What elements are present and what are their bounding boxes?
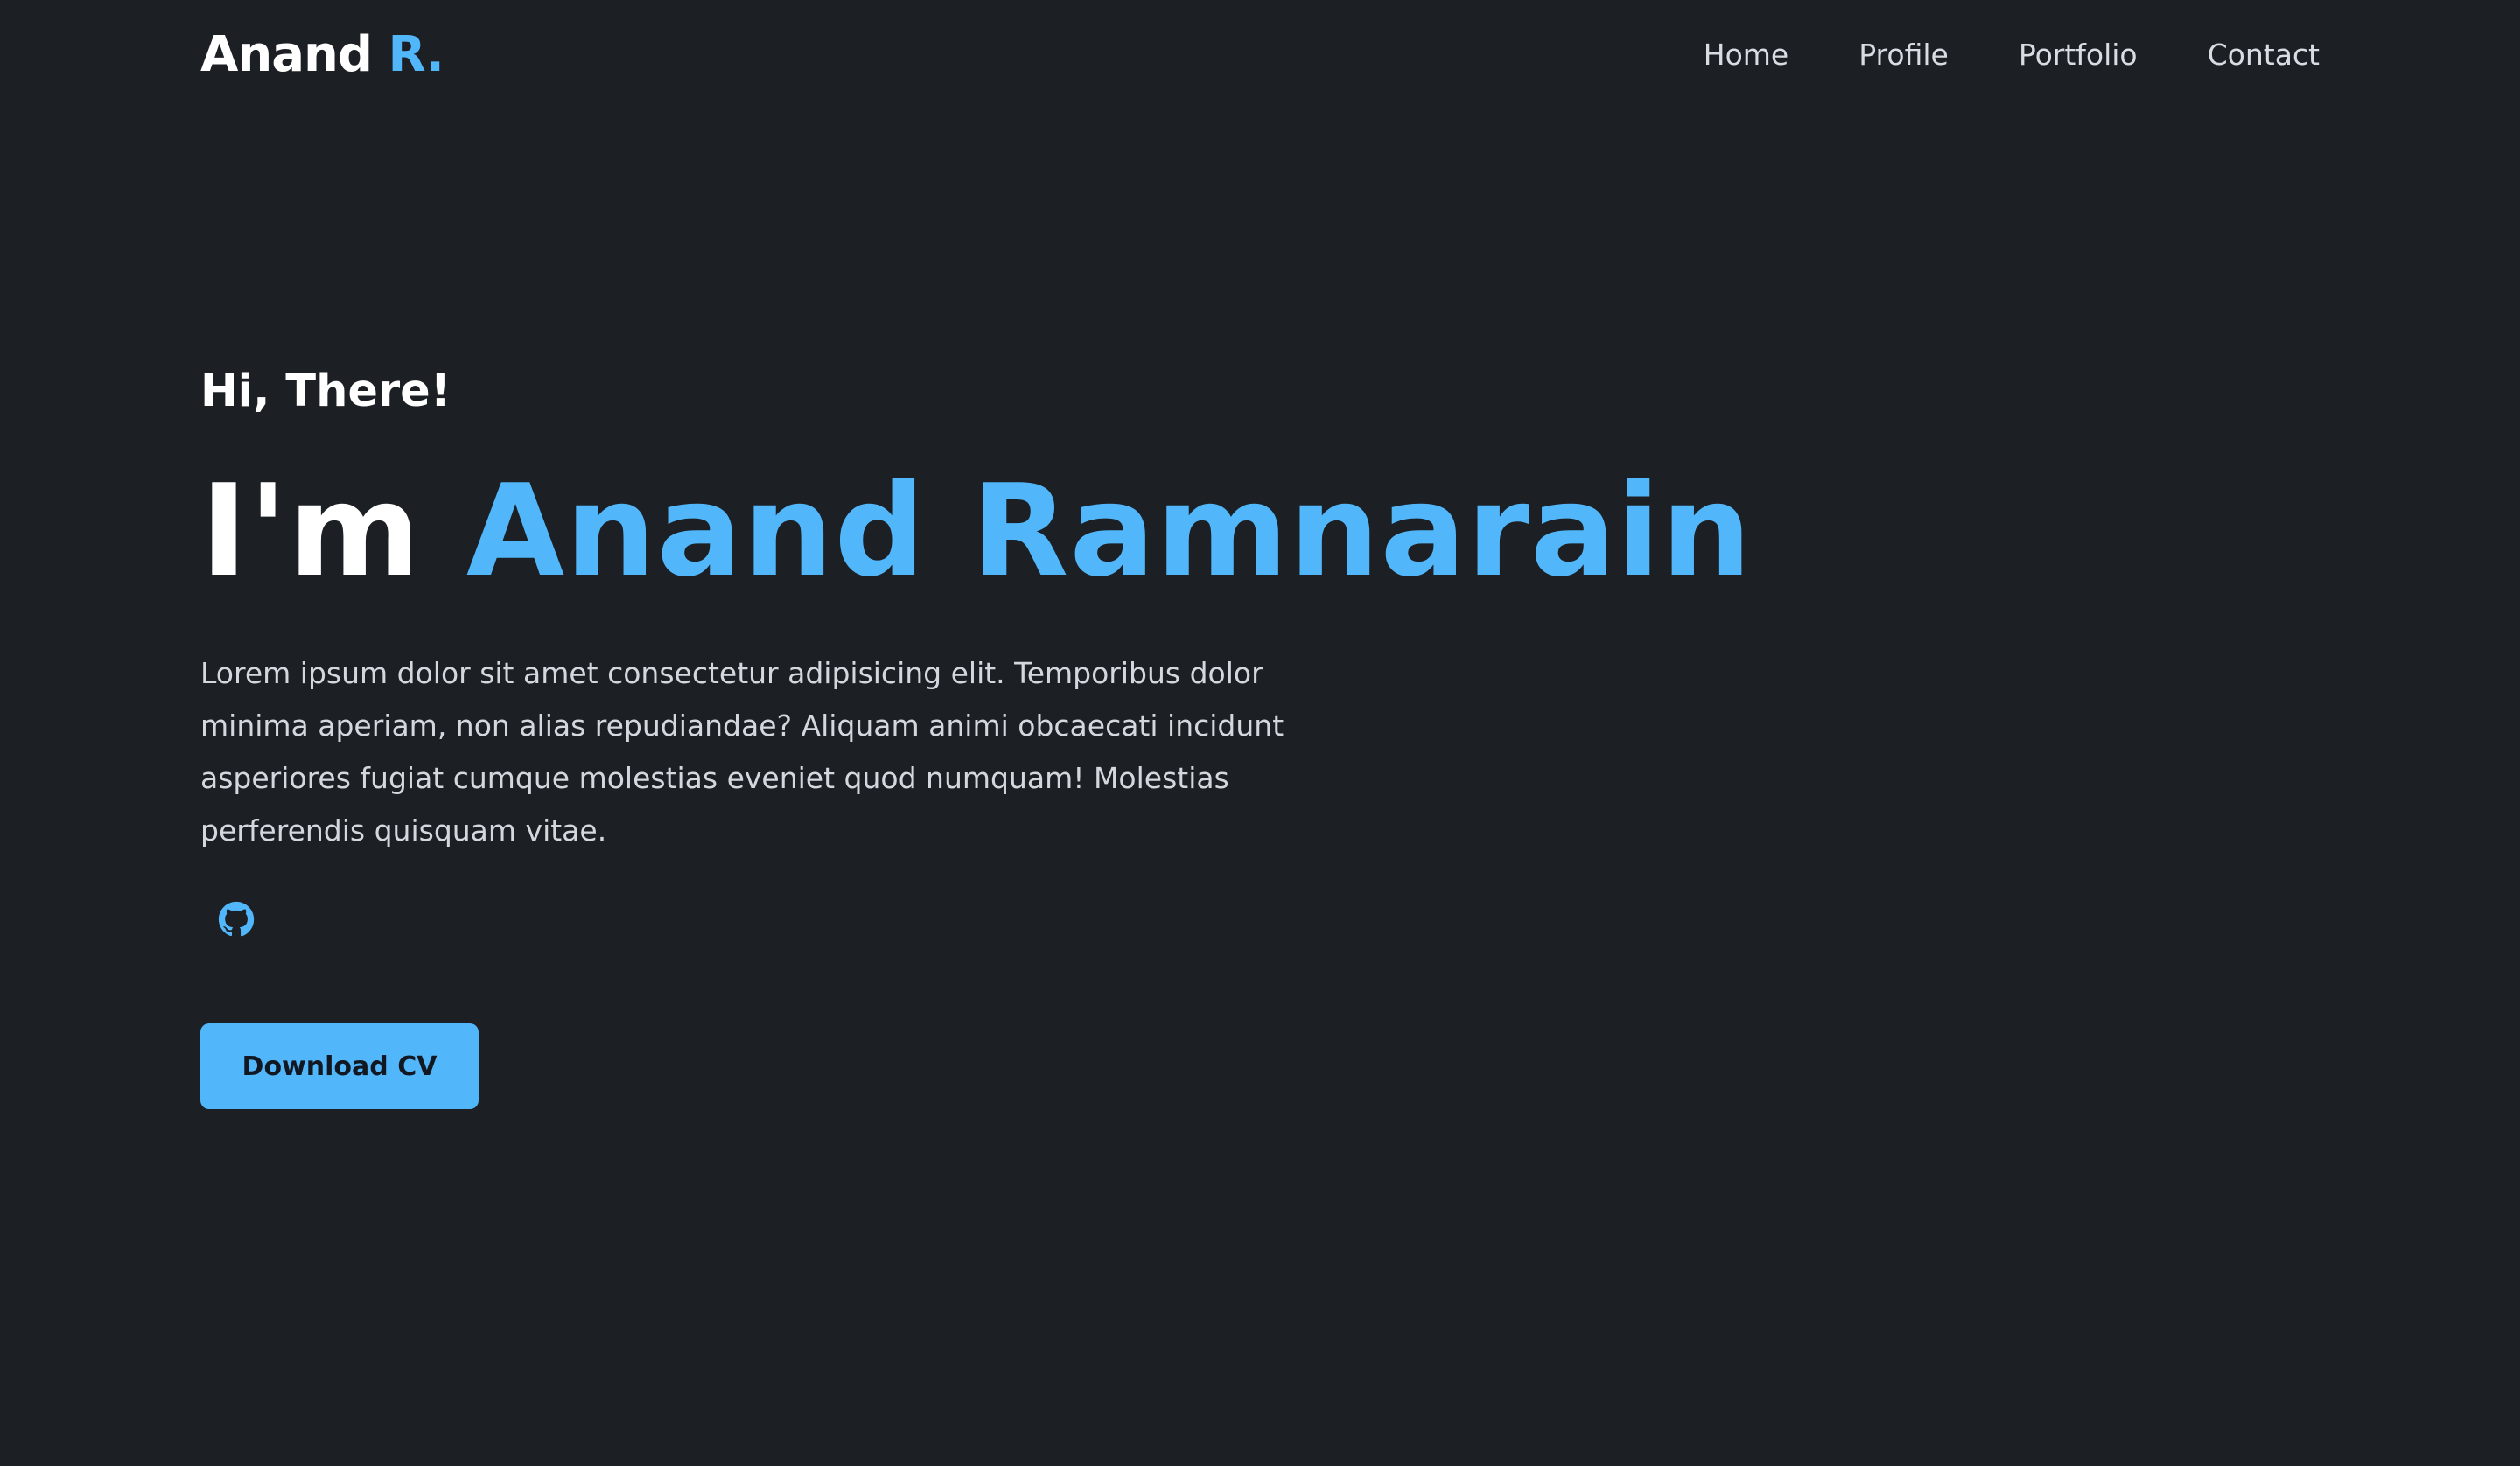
github-icon[interactable] [218, 901, 255, 938]
site-header: Anand R. Home Profile Portfolio Contact [0, 0, 2520, 112]
nav-link-profile[interactable]: Profile [1858, 33, 1949, 77]
main-navigation: Home Profile Portfolio Contact [1704, 33, 2320, 77]
nav-link-portfolio[interactable]: Portfolio [2019, 33, 2138, 77]
hero-bio: Lorem ipsum dolor sit amet consectetur a… [200, 656, 1284, 848]
hero-greeting: Hi, There! [200, 366, 451, 417]
headline-prefix: I'm [200, 457, 422, 605]
download-cv-button[interactable]: Download CV [200, 1023, 479, 1109]
nav-link-contact[interactable]: Contact [2208, 33, 2320, 77]
headline-name: Anand Ramnarain [466, 457, 1753, 605]
logo-accent-text: R. [388, 26, 444, 83]
logo-main-text: Anand [200, 26, 373, 83]
site-logo[interactable]: Anand R. [200, 24, 444, 86]
hero-headline: I'm Anand Ramnarain [200, 453, 1753, 611]
nav-link-home[interactable]: Home [1704, 33, 1788, 77]
